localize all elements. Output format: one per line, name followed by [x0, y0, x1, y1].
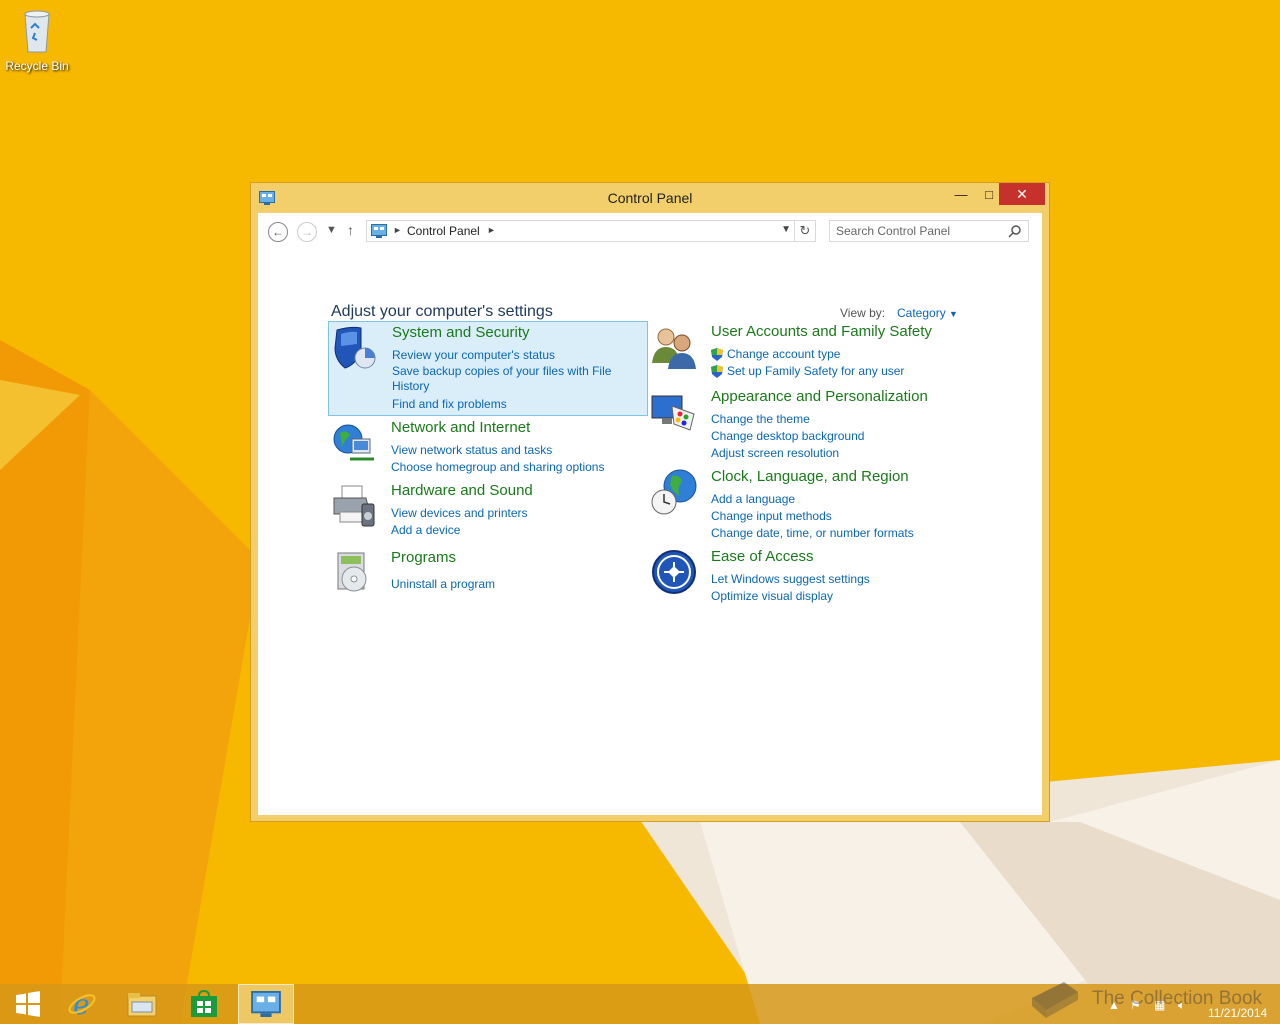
category-links: Change the theme Change desktop backgrou…	[711, 411, 864, 462]
category-clock-language-region[interactable]: Clock, Language, and Region Add a langua…	[648, 466, 968, 540]
uac-shield-icon	[711, 348, 723, 361]
category-links: Uninstall a program	[391, 576, 495, 593]
category-links: View devices and printers Add a device	[391, 505, 528, 539]
link-input-methods[interactable]: Change input methods	[711, 508, 914, 525]
address-dropdown-icon[interactable]: ▼	[781, 224, 791, 235]
link-family-safety[interactable]: Set up Family Safety for any user	[711, 363, 904, 380]
recycle-bin[interactable]: Recycle Bin	[4, 6, 70, 73]
printer-icon	[333, 485, 375, 527]
book-watermark-icon	[1032, 982, 1078, 1018]
link-add-language[interactable]: Add a language	[711, 491, 914, 508]
refresh-icon: ↻	[799, 223, 811, 238]
breadcrumb-control-panel[interactable]: Control Panel	[407, 224, 480, 238]
control-panel-icon	[251, 991, 281, 1017]
taskbar: e	[0, 984, 1280, 1024]
clock-globe-icon	[651, 469, 697, 515]
recent-locations-dropdown[interactable]: ▼	[326, 224, 337, 236]
category-title[interactable]: Programs	[391, 549, 456, 566]
breadcrumb-separator-icon[interactable]: ►	[487, 225, 496, 235]
recycle-bin-label: Recycle Bin	[5, 59, 69, 73]
watermark-text: The Collection Book	[1092, 988, 1263, 1009]
link-homegroup[interactable]: Choose homegroup and sharing options	[391, 459, 604, 476]
window-content: ← → ▼ ↑ ► Control Panel ► ▼ ↻ Search Con…	[258, 213, 1042, 815]
page-heading: Adjust your computer's settings	[331, 303, 553, 320]
link-file-history[interactable]: Save backup copies of your files with Fi…	[392, 364, 622, 394]
back-button[interactable]: ←	[268, 222, 288, 242]
view-by-label: View by:	[840, 306, 886, 320]
title-bar[interactable]: Control Panel — □ ✕	[251, 183, 1049, 213]
start-button[interactable]	[0, 984, 56, 1024]
category-links: Review your computer's status Save backu…	[392, 347, 622, 413]
folder-icon	[127, 993, 157, 1017]
category-programs[interactable]: Programs Uninstall a program	[328, 547, 648, 597]
link-change-theme[interactable]: Change the theme	[711, 411, 864, 428]
internet-explorer-icon: e	[68, 989, 96, 1019]
category-system-and-security[interactable]: System and Security Review your computer…	[328, 321, 648, 416]
users-icon	[652, 328, 696, 369]
category-links: View network status and tasks Choose hom…	[391, 442, 604, 476]
link-screen-resolution[interactable]: Adjust screen resolution	[711, 445, 864, 462]
category-title[interactable]: Hardware and Sound	[391, 482, 533, 499]
address-bar[interactable]: ► Control Panel ► ▼	[366, 220, 816, 242]
category-title[interactable]: User Accounts and Family Safety	[711, 323, 932, 340]
category-title[interactable]: Ease of Access	[711, 548, 814, 565]
shield-icon	[334, 326, 376, 369]
navigation-bar: ← → ▼ ↑ ► Control Panel ► ▼ ↻	[258, 213, 1042, 251]
control-panel-window: Control Panel — □ ✕ ← → ▼ ↑ ► Control Pa…	[250, 182, 1050, 822]
category-ease-of-access[interactable]: Ease of Access Let Windows suggest setti…	[648, 546, 968, 606]
link-optimize-display[interactable]: Optimize visual display	[711, 588, 870, 605]
link-find-fix-problems[interactable]: Find and fix problems	[392, 396, 622, 413]
category-title[interactable]: Clock, Language, and Region	[711, 468, 909, 485]
uac-shield-icon	[711, 365, 723, 378]
category-appearance[interactable]: Appearance and Personalization Change th…	[648, 386, 968, 460]
link-change-account-type[interactable]: Change account type	[711, 346, 904, 363]
taskbar-internet-explorer[interactable]: e	[54, 984, 110, 1024]
minimize-button[interactable]: —	[947, 183, 975, 205]
link-suggest-settings[interactable]: Let Windows suggest settings	[711, 571, 870, 588]
taskbar-file-explorer[interactable]	[114, 984, 170, 1024]
forward-arrow-icon: →	[301, 225, 313, 239]
link-uninstall-program[interactable]: Uninstall a program	[391, 576, 495, 593]
category-title[interactable]: Appearance and Personalization	[711, 388, 928, 405]
search-input[interactable]	[836, 223, 1001, 239]
monitor-palette-icon	[651, 395, 695, 431]
link-network-status[interactable]: View network status and tasks	[391, 442, 604, 459]
up-arrow-icon: ↑	[347, 222, 354, 238]
category-links: Add a language Change input methods Chan…	[711, 491, 914, 542]
taskbar-control-panel[interactable]	[238, 984, 294, 1024]
link-date-time-formats[interactable]: Change date, time, or number formats	[711, 525, 914, 542]
control-panel-icon	[371, 224, 387, 238]
forward-button[interactable]: →	[297, 222, 317, 242]
category-network-and-internet[interactable]: Network and Internet View network status…	[328, 417, 648, 477]
search-box[interactable]	[829, 220, 1029, 242]
link-devices-printers[interactable]: View devices and printers	[391, 505, 528, 522]
window-title: Control Panel	[607, 190, 693, 206]
taskbar-store[interactable]	[176, 984, 232, 1024]
category-title[interactable]: Network and Internet	[391, 419, 530, 436]
back-arrow-icon: ←	[272, 225, 284, 239]
chevron-down-icon: ▼	[949, 309, 958, 319]
up-button[interactable]: ↑	[347, 222, 354, 238]
category-hardware-and-sound[interactable]: Hardware and Sound View devices and prin…	[328, 480, 648, 540]
ease-of-access-icon	[652, 550, 696, 594]
close-button[interactable]: ✕	[999, 183, 1045, 205]
category-user-accounts[interactable]: User Accounts and Family Safety Change a…	[648, 321, 968, 381]
programs-disc-icon	[337, 552, 367, 592]
breadcrumb-separator-icon[interactable]: ►	[393, 225, 402, 235]
category-links: Let Windows suggest settings Optimize vi…	[711, 571, 870, 605]
windows-logo-icon	[16, 991, 40, 1017]
network-globe-icon	[333, 424, 374, 461]
category-links: Change account type Set up Family Safety…	[711, 346, 904, 380]
refresh-button[interactable]: ↻	[794, 220, 816, 242]
link-add-device[interactable]: Add a device	[391, 522, 528, 539]
view-by-dropdown[interactable]: Category ▼	[897, 306, 958, 320]
store-icon	[191, 990, 217, 1017]
recycle-bin-icon	[24, 10, 50, 53]
category-title[interactable]: System and Security	[392, 324, 530, 341]
search-icon[interactable]	[1008, 224, 1022, 238]
link-desktop-background[interactable]: Change desktop background	[711, 428, 864, 445]
link-review-status[interactable]: Review your computer's status	[392, 347, 622, 364]
svg-text:e: e	[73, 989, 90, 1019]
